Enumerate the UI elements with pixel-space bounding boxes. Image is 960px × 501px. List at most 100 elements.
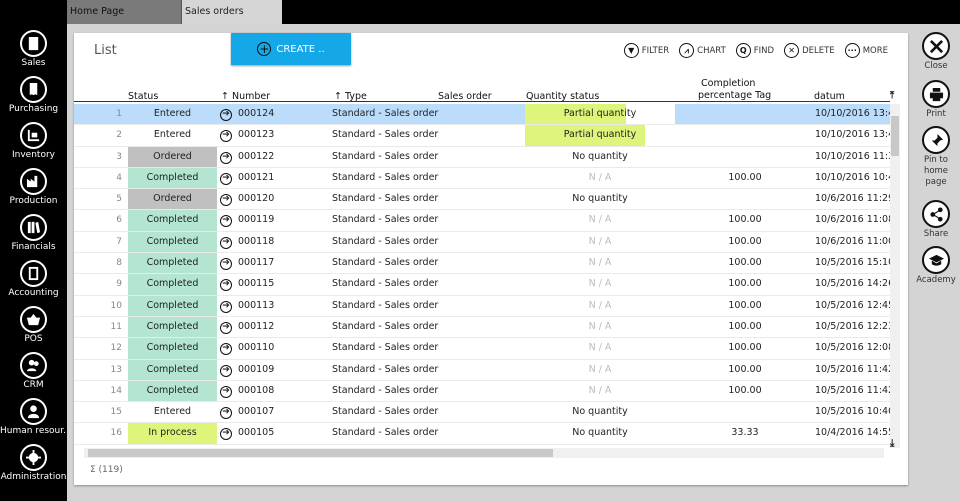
plus-icon: + <box>257 42 272 56</box>
table-row[interactable]: 9 Completed ➔ 000115 Standard - Sales or… <box>74 274 890 296</box>
open-record-icon[interactable]: ➔ <box>220 381 234 401</box>
open-record-icon[interactable]: ➔ <box>220 317 234 337</box>
table-row[interactable]: 1 Entered ➔ 000124 Standard - Sales orde… <box>74 104 890 126</box>
quantity-status-text: No quantity <box>572 150 628 162</box>
graduation-cap-icon <box>922 246 950 274</box>
completion-cell: 100.00 <box>728 363 762 375</box>
number-cell: 000118 <box>238 235 275 247</box>
completion-cell: 100.00 <box>728 278 762 290</box>
row-index: 15 <box>110 407 122 418</box>
table-row[interactable]: 16 In process ➔ 000105 Standard - Sales … <box>74 423 890 445</box>
open-record-icon[interactable]: ➔ <box>220 104 234 124</box>
status-cell: Completed <box>128 231 217 253</box>
open-record-icon[interactable]: ➔ <box>220 360 234 380</box>
delete-button[interactable]: ✕ DELETE <box>784 43 835 58</box>
sidebar-item-inventory[interactable]: Inventory <box>0 122 67 161</box>
completion-cell: 100.00 <box>728 214 762 226</box>
scroll-to-bottom-icon[interactable]: ⤓ <box>890 438 894 449</box>
status-cell: Completed <box>128 274 217 295</box>
vertical-scroll-thumb[interactable] <box>891 116 899 156</box>
more-icon: ··· <box>844 43 860 58</box>
row-index: 4 <box>116 172 122 183</box>
sidebar-item-pos[interactable]: POS <box>0 306 67 345</box>
open-record-icon[interactable]: ➔ <box>220 423 234 443</box>
quantity-status-text: No quantity <box>572 406 628 418</box>
basket-icon <box>20 306 47 333</box>
quantity-status-text: Partial quantity <box>563 129 637 141</box>
sidebar-item-label: Sales <box>21 58 46 68</box>
table-row[interactable]: 5 Ordered ➔ 000120 Standard - Sales orde… <box>74 189 890 211</box>
table-row[interactable]: 2 Entered ➔ 000123 Standard - Sales orde… <box>74 125 890 147</box>
scroll-to-top-icon[interactable]: ⤒ <box>890 90 894 101</box>
table-row[interactable]: 14 Completed ➔ 000108 Standard - Sales o… <box>74 380 890 403</box>
vertical-scrollbar[interactable] <box>890 104 900 448</box>
tab-home-page[interactable]: Home Page <box>67 0 182 24</box>
sales-order-cell <box>438 317 518 337</box>
open-record-icon[interactable]: ➔ <box>220 274 234 294</box>
find-button[interactable]: Q FIND <box>735 43 774 58</box>
sales-order-cell <box>438 147 518 167</box>
table-row[interactable]: 7 Completed ➔ 000118 Standard - Sales or… <box>74 231 890 254</box>
open-record-icon[interactable]: ➔ <box>220 125 234 145</box>
status-cell: In process <box>128 423 217 444</box>
table-row[interactable]: 6 Completed ➔ 000119 Standard - Sales or… <box>74 210 890 232</box>
open-record-icon[interactable]: ➔ <box>220 232 234 252</box>
tab-sales-orders[interactable]: Sales orders <box>182 0 282 24</box>
sidebar-item-purchasing[interactable]: Purchasing <box>0 76 67 115</box>
sidebar-item-crm[interactable]: CRM <box>0 352 67 391</box>
column-header-completion-line1[interactable]: Completion <box>701 78 755 89</box>
horizontal-scrollbar[interactable] <box>84 448 884 458</box>
create-button[interactable]: + CREATE .. <box>231 33 351 65</box>
open-record-icon[interactable]: ➔ <box>220 402 234 422</box>
sidebar-item-production[interactable]: Production <box>0 168 67 207</box>
row-index: 1 <box>116 109 122 119</box>
type-cell: Standard - Sales order <box>332 427 439 439</box>
sidebar-item-administration[interactable]: Administration <box>0 444 67 483</box>
chart-button[interactable]: ⩘ CHART <box>679 43 726 58</box>
share-button[interactable]: Share <box>912 200 960 240</box>
open-record-icon[interactable]: ➔ <box>220 253 234 273</box>
open-record-icon[interactable]: ➔ <box>220 189 234 209</box>
open-record-icon[interactable]: ➔ <box>220 168 234 188</box>
academy-button[interactable]: Academy <box>912 246 960 286</box>
close-icon <box>922 32 950 60</box>
table-row[interactable]: 12 Completed ➔ 000110 Standard - Sales o… <box>74 338 890 360</box>
sidebar-item-accounting[interactable]: Accounting <box>0 260 67 299</box>
sidebar-item-label: CRM <box>23 380 44 390</box>
quantity-status-cell: Partial quantity <box>525 104 675 125</box>
close-button[interactable]: Close <box>912 32 960 72</box>
open-record-icon[interactable]: ➔ <box>220 296 234 316</box>
quantity-status-text: N / A <box>588 363 612 375</box>
open-record-icon[interactable]: ➔ <box>220 210 234 230</box>
column-header-completion-line2[interactable]: percentage Tag <box>698 90 771 101</box>
quantity-status-text: N / A <box>588 299 612 311</box>
table-row[interactable]: 4 Completed ➔ 000121 Standard - Sales or… <box>74 167 890 190</box>
sidebar-item-human-resour[interactable]: Human resour... <box>0 398 67 437</box>
table-row[interactable]: 11 Completed ➔ 000112 Standard - Sales o… <box>74 316 890 339</box>
open-record-icon[interactable]: ➔ <box>220 338 234 358</box>
status-cell: Completed <box>128 380 217 402</box>
quantity-status-cell: N / A <box>525 338 675 358</box>
pin-to-home-page-button[interactable]: Pin to home page <box>912 126 960 188</box>
table-row[interactable]: 13 Completed ➔ 000109 Standard - Sales o… <box>74 359 890 381</box>
table-row[interactable]: 10 Completed ➔ 000113 Standard - Sales o… <box>74 295 890 317</box>
horizontal-scroll-thumb[interactable] <box>88 449 553 457</box>
row-index: 14 <box>110 385 122 396</box>
quantity-status-text: N / A <box>588 342 612 354</box>
sidebar-item-label: Production <box>9 196 58 206</box>
sidebar-item-financials[interactable]: Financials <box>0 214 67 253</box>
sidebar-item-sales[interactable]: Sales <box>0 30 67 69</box>
filter-button[interactable]: ▼ FILTER <box>623 43 669 58</box>
list-panel: List + CREATE .. ▼ FILTER ⩘ CHART Q FIND ✕ DELE… <box>74 33 908 485</box>
open-record-icon[interactable]: ➔ <box>220 147 234 167</box>
print-button[interactable]: Print <box>912 80 960 120</box>
table-row[interactable]: 8 Completed ➔ 000117 Standard - Sales or… <box>74 253 890 275</box>
number-cell: 000117 <box>238 257 275 269</box>
more-button[interactable]: ··· MORE <box>844 43 888 58</box>
delete-icon: ✕ <box>784 43 800 58</box>
table-row[interactable]: 15 Entered ➔ 000107 Standard - Sales ord… <box>74 402 890 424</box>
quantity-status-cell: No quantity <box>525 423 675 443</box>
quantity-status-cell: N / A <box>525 232 675 252</box>
table-row[interactable]: 3 Ordered ➔ 000122 Standard - Sales orde… <box>74 146 890 168</box>
action-label: Close <box>924 61 948 71</box>
